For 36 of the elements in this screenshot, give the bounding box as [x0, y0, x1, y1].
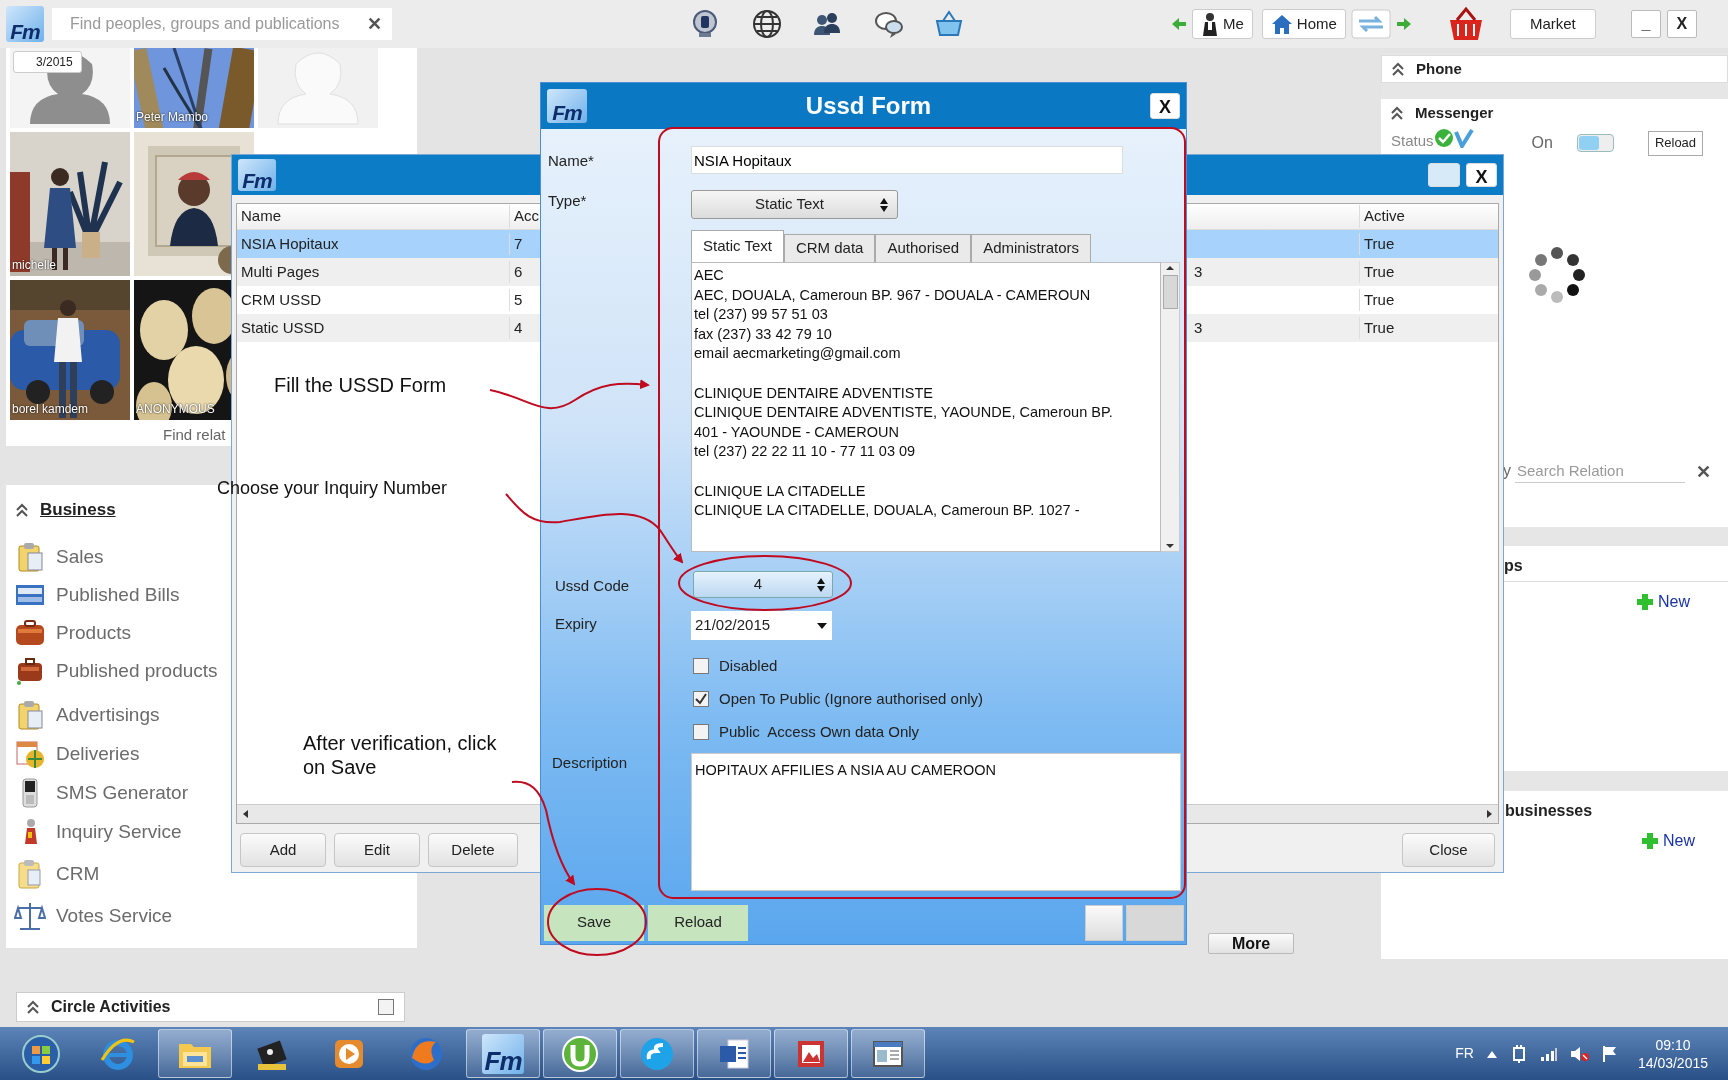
annotation-text: Fill the USSD Form	[274, 373, 447, 397]
field-label: Ussd Code	[554, 576, 631, 596]
status-label: Status	[1391, 130, 1434, 151]
field-label: Description	[551, 755, 629, 772]
app-logo: Fm	[238, 159, 276, 191]
section-title: Messenger	[1415, 102, 1494, 123]
field-label: Expiry	[554, 614, 598, 634]
table-cell-text: 3	[1193, 261, 1204, 282]
checkbox-label: Disabled	[719, 655, 778, 676]
field-label: Name*	[547, 151, 595, 171]
field-label: Type*	[547, 191, 588, 211]
table-cell-text: Static USSD	[240, 317, 326, 338]
column-header: Name	[240, 206, 282, 227]
table-cell: True	[1359, 232, 1493, 256]
table-cell: True	[1359, 260, 1493, 284]
column-header: Active	[1359, 205, 1493, 228]
section-title: Phone	[1416, 58, 1462, 79]
photo-caption: borel kamdem	[12, 401, 89, 418]
section-title: businesses	[1505, 802, 1593, 819]
table-cell-text: CRM USSD	[240, 289, 322, 310]
label: y	[1503, 461, 1511, 481]
toggle-label: On	[1531, 133, 1553, 153]
section-title: ps	[1504, 557, 1523, 574]
table-cell: True	[1359, 316, 1493, 340]
app-logo: Fm	[547, 89, 587, 123]
annotation-text: After verification, click on Save	[303, 731, 498, 779]
checkbox-label: Open To Public (Ignore authorised only)	[719, 688, 984, 709]
table-cell-text: Multi Pages	[240, 261, 321, 282]
checkbox-label: Public Access Own data Only	[719, 721, 920, 742]
table-cell-text: 3	[1193, 317, 1204, 338]
section-title: Circle Activities	[51, 997, 172, 1017]
app-logo: Fm	[6, 6, 44, 42]
date-label: 3/2015	[13, 51, 82, 73]
table-cell-text: NSIA Hopitaux	[240, 233, 340, 254]
dialog-title: Ussd Form	[804, 91, 933, 121]
table-cell: True	[1359, 288, 1493, 312]
